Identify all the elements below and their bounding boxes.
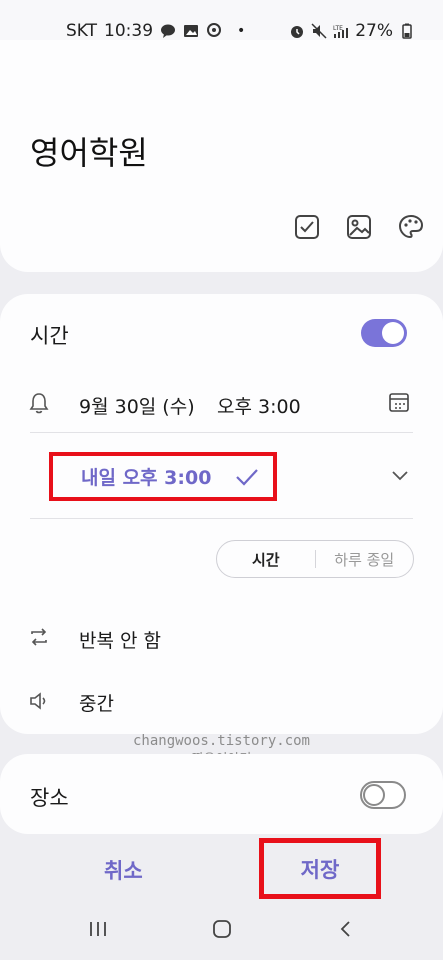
title-card: 영어학원 [0,40,443,272]
repeat-icon [31,628,47,646]
repeat-value[interactable]: 반복 안 함 [79,626,161,653]
place-label: 장소 [30,786,69,810]
check-icon [236,469,258,486]
navigation-bar [0,900,443,960]
time-toggle[interactable] [361,319,407,347]
back-icon[interactable] [336,919,356,939]
title-toolbar [293,213,425,241]
palette-icon[interactable] [397,213,425,241]
event-date[interactable]: 9월 30일 (수) [79,392,195,419]
gallery-icon [184,25,199,37]
calendar-icon[interactable] [388,391,410,413]
reminder-text: 내일 오후 3:00 [81,467,212,489]
watermark-url: changwoos.tistory.com [132,733,310,749]
recent-apps-icon[interactable] [87,919,109,939]
home-icon[interactable] [211,919,233,939]
time-label: 시간 [30,324,69,348]
time-card [0,294,443,734]
svg-text:LTE: LTE [333,25,343,32]
battery-icon [402,23,412,39]
divider [30,518,413,519]
bell-icon [29,393,49,414]
battery-percent: 27% [355,21,393,41]
alarm-icon [291,26,304,38]
save-highlight: 저장 [259,838,381,899]
speaker-icon [30,692,46,710]
cancel-button[interactable]: 취소 [104,855,143,885]
location-icon [207,23,222,37]
event-time[interactable]: 오후 3:00 [217,392,301,419]
carrier: SKT [66,21,98,41]
place-toggle[interactable] [360,781,406,809]
talk-icon [161,24,176,38]
save-button[interactable]: 저장 [301,854,340,884]
sound-value[interactable]: 중간 [79,689,114,716]
page-title[interactable]: 영어학원 [30,128,148,174]
reminder-selector[interactable]: 내일 오후 3:00 [49,452,277,501]
mute-icon [311,23,327,39]
clock: 10:39 [104,21,154,41]
mode-all-day[interactable]: 하루 종일 [316,549,414,570]
image-icon[interactable] [345,213,373,241]
chevron-down-icon[interactable] [390,469,410,483]
lte-signal-icon: LTE [333,25,349,38]
divider [30,432,413,433]
time-mode-toggle: 시간 하루 종일 [216,540,414,578]
notification-dot: • [237,23,246,39]
checkbox-icon[interactable] [293,213,321,241]
mode-time[interactable]: 시간 [217,549,315,570]
